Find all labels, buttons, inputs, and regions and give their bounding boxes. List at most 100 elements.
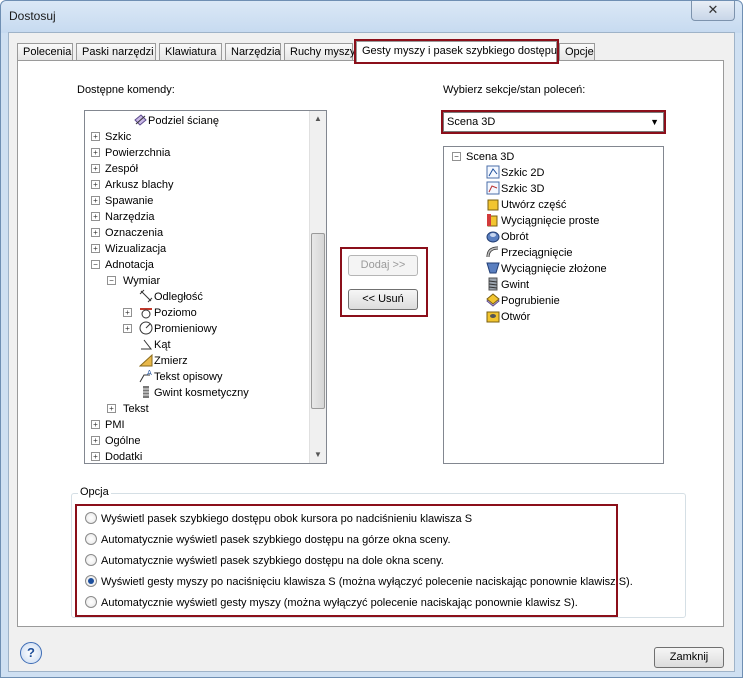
tree-item[interactable]: Dodatki xyxy=(105,449,142,463)
tree-item[interactable]: Wizualizacja xyxy=(105,241,166,257)
chevron-down-icon[interactable]: ▼ xyxy=(650,113,659,131)
tree-item[interactable]: A Tekst opisowy xyxy=(139,369,222,385)
tree-item[interactable]: PMI xyxy=(105,417,125,433)
remove-button[interactable]: << Usuń xyxy=(348,289,418,310)
measure-icon xyxy=(138,353,153,367)
tree-item[interactable]: Arkusz blachy xyxy=(105,177,173,193)
tree-item[interactable]: Szkic 2D xyxy=(486,165,544,181)
option-radio-2[interactable]: Automatycznie wyświetl pasek szybkiego d… xyxy=(85,532,451,548)
tree-item[interactable]: Tekst xyxy=(123,401,149,417)
collapse-icon[interactable]: − xyxy=(91,260,100,269)
tree-item[interactable]: Kąt xyxy=(139,337,171,353)
tab-narzedzia[interactable]: Narzędzia xyxy=(225,43,281,61)
collapse-icon[interactable]: − xyxy=(452,152,461,161)
tree-item[interactable]: Narzędzia xyxy=(105,209,155,225)
tree-item[interactable]: Szkic xyxy=(105,129,131,145)
radio-button[interactable] xyxy=(85,512,97,524)
radio-button[interactable] xyxy=(85,596,97,608)
tree-item-label: Obrót xyxy=(501,231,529,243)
add-button[interactable]: Dodaj >> xyxy=(348,255,418,276)
title-bar: Dostosuj ✕ xyxy=(1,1,742,33)
close-dialog-button[interactable]: Zamknij xyxy=(654,647,724,668)
expand-icon[interactable]: + xyxy=(91,228,100,237)
expand-icon[interactable]: + xyxy=(91,436,100,445)
scroll-down-icon[interactable]: ▼ xyxy=(310,447,326,463)
tree-item-label: Szkic 2D xyxy=(501,167,545,179)
expand-icon[interactable]: + xyxy=(91,164,100,173)
tree-item[interactable]: Pogrubienie xyxy=(486,293,560,309)
tree-item[interactable]: Utwórz część xyxy=(486,197,566,213)
tree-item[interactable]: Gwint xyxy=(486,277,529,293)
tab-paski-narzedzi[interactable]: Paski narzędzi xyxy=(76,43,156,61)
help-icon[interactable]: ? xyxy=(20,642,42,664)
tree-item[interactable]: Oznaczenia xyxy=(105,225,163,241)
option-radio-5[interactable]: Automatycznie wyświetl gesty myszy (możn… xyxy=(85,595,578,611)
tree-item[interactable]: Wymiar xyxy=(123,273,160,289)
tree-item[interactable]: Ogólne xyxy=(105,433,140,449)
expand-icon[interactable]: + xyxy=(91,244,100,253)
sketch-2d-icon xyxy=(486,165,500,179)
create-part-icon xyxy=(486,197,500,211)
expand-icon[interactable]: + xyxy=(91,132,100,141)
radio-button[interactable] xyxy=(85,554,97,566)
scroll-up-icon[interactable]: ▲ xyxy=(310,111,326,127)
tree-item-label: Odległość xyxy=(154,291,203,303)
expand-icon[interactable]: + xyxy=(107,404,116,413)
tab-gesty-myszy[interactable]: Gesty myszy i pasek szybkiego dostępu xyxy=(354,39,559,64)
dialog-client-area: Polecenia Paski narzędzi Klawiatura Narz… xyxy=(8,32,735,672)
expand-icon[interactable]: + xyxy=(91,196,100,205)
option-radio-1[interactable]: Wyświetl pasek szybkiego dostępu obok ku… xyxy=(85,511,472,527)
option-radio-3[interactable]: Automatycznie wyświetl pasek szybkiego d… xyxy=(85,553,444,569)
available-commands-tree[interactable]: Podziel ścianę + Szkic + Powierzchnia + … xyxy=(84,110,327,464)
expand-icon[interactable]: + xyxy=(91,420,100,429)
window-close-button[interactable]: ✕ xyxy=(691,1,735,21)
tree-item[interactable]: Obrót xyxy=(486,229,529,245)
section-select[interactable]: Scena 3D ▼ xyxy=(441,110,666,134)
tree-item-label: Kąt xyxy=(154,339,171,351)
revolve-icon xyxy=(486,229,500,243)
tree-item[interactable]: Gwint kosmetyczny xyxy=(139,385,249,401)
tree-item-label: Utwórz część xyxy=(501,199,567,211)
expand-icon[interactable]: + xyxy=(91,148,100,157)
expand-icon[interactable]: + xyxy=(91,180,100,189)
section-commands-tree[interactable]: − Scena 3D Szkic 2D Szkic 3D Utwórz częś… xyxy=(443,146,664,464)
expand-icon[interactable]: + xyxy=(91,452,100,461)
expand-icon[interactable]: + xyxy=(123,308,132,317)
add-remove-group: Dodaj >> << Usuń xyxy=(340,247,428,317)
radio-button-selected[interactable] xyxy=(85,575,97,587)
expand-icon[interactable]: + xyxy=(123,324,132,333)
tree-item[interactable]: Podziel ścianę xyxy=(133,113,219,129)
option-radio-4[interactable]: Wyświetl gesty myszy po naciśnięciu klaw… xyxy=(85,574,633,590)
tree-item[interactable]: Szkic 3D xyxy=(486,181,544,197)
tree-item[interactable]: Spawanie xyxy=(105,193,153,209)
tree-item-label: Gwint xyxy=(501,279,530,291)
tree-item[interactable]: Zespół xyxy=(105,161,138,177)
collapse-icon[interactable]: − xyxy=(107,276,116,285)
tab-ruchy-myszy[interactable]: Ruchy myszy xyxy=(284,43,355,61)
tree-scrollbar[interactable]: ▲ ▼ xyxy=(309,111,326,463)
tree-item[interactable]: Promieniowy xyxy=(139,321,217,337)
thread-icon xyxy=(486,277,500,291)
tree-item[interactable]: Adnotacja xyxy=(105,257,154,273)
tree-item-label: Wyciągnięcie złożone xyxy=(501,263,607,275)
scroll-thumb[interactable] xyxy=(311,233,325,409)
tree-item[interactable]: Powierzchnia xyxy=(105,145,170,161)
tree-item[interactable]: Odległość xyxy=(139,289,203,305)
radio-button[interactable] xyxy=(85,533,97,545)
tree-item-label: Szkic 3D xyxy=(501,183,545,195)
tree-item[interactable]: Otwór xyxy=(486,309,530,325)
tree-item-label: Przeciągnięcie xyxy=(501,247,573,259)
tree-item[interactable]: Zmierz xyxy=(138,353,188,369)
tree-item-label: Tekst opisowy xyxy=(154,371,223,383)
tree-item[interactable]: Wyciągnięcie złożone xyxy=(486,261,607,277)
tree-item[interactable]: Wyciągnięcie proste xyxy=(486,213,599,229)
expand-icon[interactable]: + xyxy=(91,212,100,221)
tree-item[interactable]: Przeciągnięcie xyxy=(486,245,573,261)
window-title: Dostosuj xyxy=(9,9,56,23)
tab-opcje[interactable]: Opcje xyxy=(559,43,595,61)
tree-root[interactable]: Scena 3D xyxy=(466,149,514,165)
tree-item[interactable]: Poziomo xyxy=(139,305,197,321)
tab-polecenia[interactable]: Polecenia xyxy=(17,43,73,61)
tree-item-label: Gwint kosmetyczny xyxy=(154,387,249,399)
tab-klawiatura[interactable]: Klawiatura xyxy=(159,43,222,61)
